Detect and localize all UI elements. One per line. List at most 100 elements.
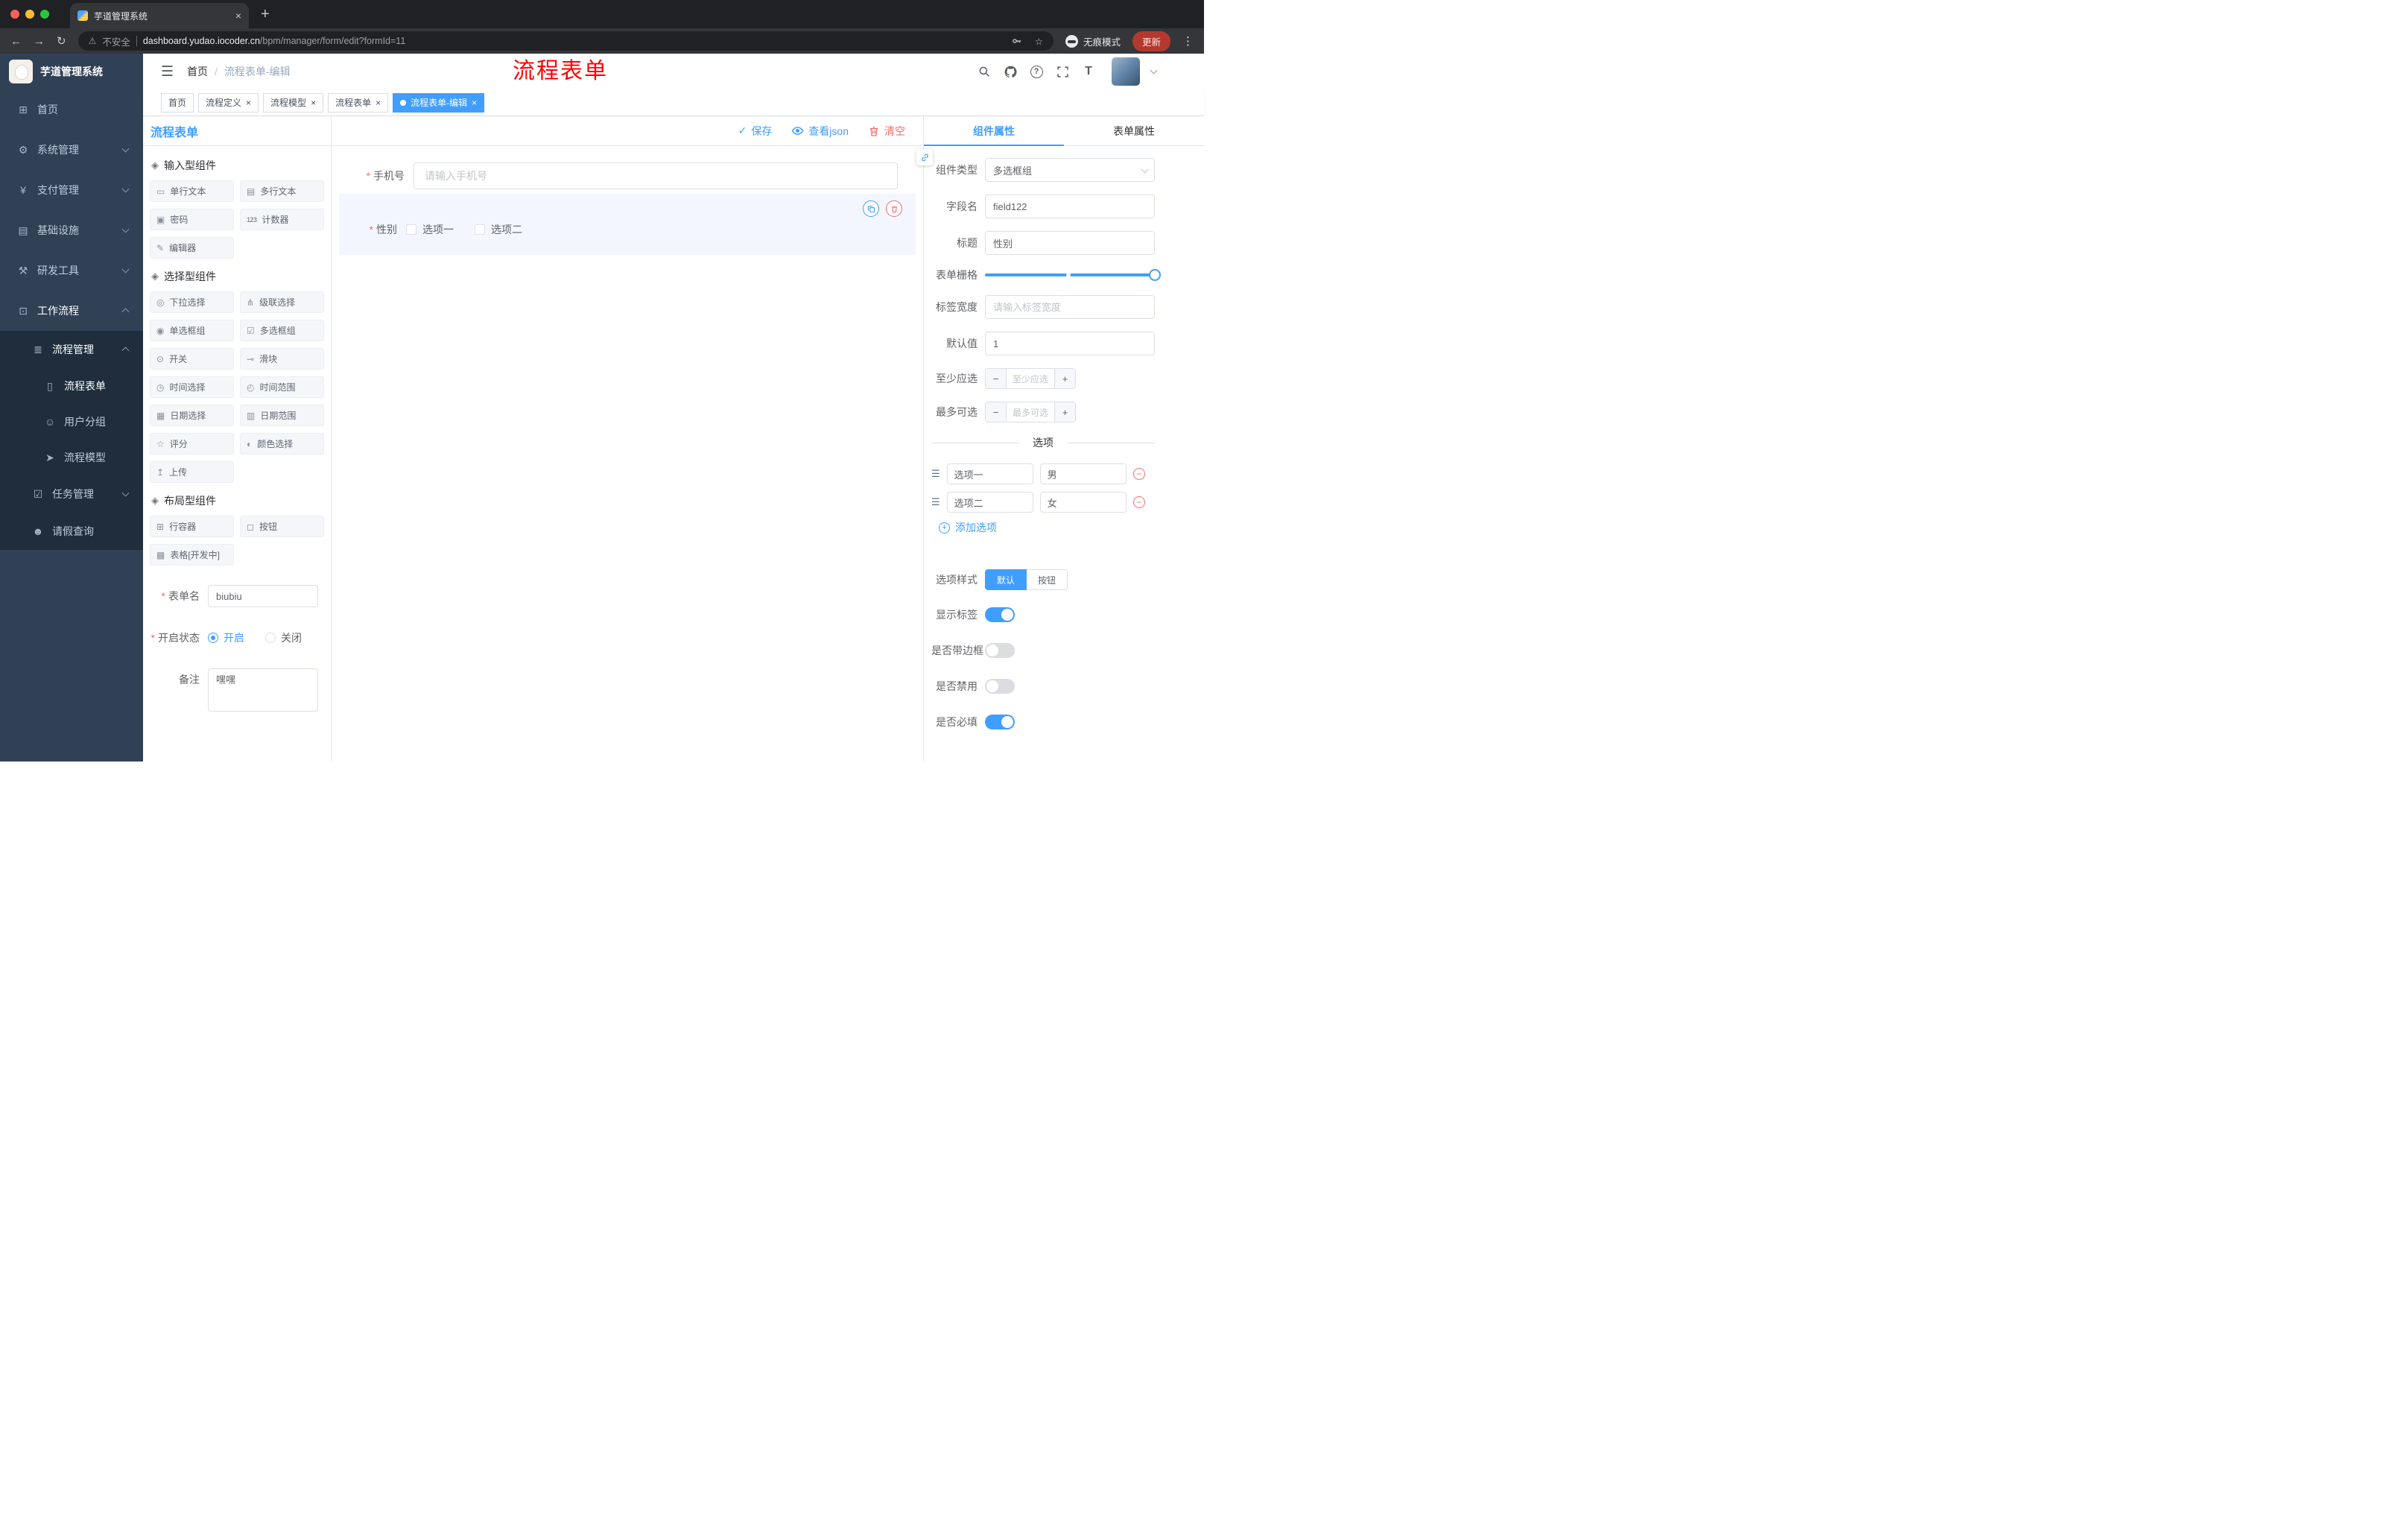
tab-form-props[interactable]: 表单属性: [1064, 116, 1204, 145]
checkbox-option[interactable]: 选项二: [475, 222, 522, 237]
component-type-select[interactable]: [985, 158, 1155, 182]
copy-component-button[interactable]: [863, 200, 879, 217]
palette-item[interactable]: ◴ 时间范围: [240, 376, 324, 398]
status-radio[interactable]: 关闭: [265, 630, 302, 645]
window-zoom-button[interactable]: [40, 10, 49, 19]
drag-handle-icon[interactable]: ☰: [931, 468, 940, 480]
browser-update-button[interactable]: 更新: [1132, 31, 1170, 51]
palette-item[interactable]: ✎ 编辑器: [150, 237, 234, 259]
tab-tag[interactable]: 流程定义 ×: [198, 92, 259, 113]
sidebar-item[interactable]: ☺ 用户分组: [0, 404, 143, 440]
clear-button[interactable]: 清空: [868, 124, 905, 139]
tab-tag[interactable]: 首页: [161, 92, 194, 113]
palette-item[interactable]: ▭ 单行文本: [150, 180, 234, 202]
window-minimize-button[interactable]: [25, 10, 34, 19]
browser-menu-icon[interactable]: ⋮: [1182, 34, 1194, 48]
sidebar-item[interactable]: ➤ 流程模型: [0, 440, 143, 475]
breadcrumb-home[interactable]: 首页: [187, 64, 208, 79]
tab-close-icon[interactable]: ×: [235, 10, 241, 22]
option-label-input[interactable]: [946, 463, 1033, 484]
tag-close-icon[interactable]: ×: [376, 98, 381, 107]
password-key-icon[interactable]: [1011, 35, 1023, 47]
help-icon[interactable]: ?: [1029, 64, 1044, 79]
font-size-icon[interactable]: T: [1081, 64, 1096, 79]
palette-item[interactable]: ◎ 下拉选择: [150, 291, 234, 313]
add-option-button[interactable]: + 添加选项: [939, 520, 1155, 535]
phone-field-input[interactable]: [414, 162, 898, 189]
form-canvas[interactable]: 手机号 性别 选项一 选项二: [332, 146, 923, 762]
drag-handle-icon[interactable]: ☰: [931, 496, 940, 508]
palette-item[interactable]: ⊙ 开关: [150, 348, 234, 370]
sidebar-logo[interactable]: 芋道管理系统: [0, 54, 143, 89]
title-input[interactable]: [985, 231, 1155, 255]
max-select-value[interactable]: 最多可选: [1007, 402, 1054, 422]
address-bar[interactable]: ⚠ 不安全 dashboard.yudao.iocoder.cn/bpm/man…: [77, 31, 1054, 51]
form-remark-input[interactable]: 嘿嘿: [208, 668, 318, 712]
option-label-input[interactable]: [946, 492, 1033, 513]
sidebar-item[interactable]: ≣ 流程管理: [0, 331, 143, 368]
palette-item[interactable]: ⊸ 滑块: [240, 348, 324, 370]
github-icon[interactable]: [1003, 64, 1018, 79]
sidebar-item[interactable]: ⊡ 工作流程: [0, 291, 143, 331]
palette-item[interactable]: ☆ 评分: [150, 433, 234, 455]
window-close-button[interactable]: [10, 10, 19, 19]
sidebar-item[interactable]: ☻ 请假查询: [0, 513, 143, 550]
stepper-plus-button[interactable]: +: [1054, 369, 1075, 388]
sidebar-item[interactable]: ⊞ 首页: [0, 89, 143, 130]
search-icon[interactable]: [977, 64, 992, 79]
palette-item[interactable]: ▣ 密码: [150, 209, 234, 230]
palette-item[interactable]: ↥ 上传: [150, 461, 234, 483]
canvas-field-gender-selected[interactable]: 性别 选项一 选项二: [339, 194, 916, 255]
tab-tag[interactable]: 流程表单 ×: [328, 92, 389, 113]
palette-item[interactable]: ◷ 时间选择: [150, 376, 234, 398]
slider-handle[interactable]: [1149, 269, 1161, 281]
back-icon[interactable]: ←: [10, 36, 22, 47]
forward-icon[interactable]: →: [34, 36, 45, 47]
stepper-minus-button[interactable]: −: [986, 402, 1007, 422]
grid-slider[interactable]: [985, 269, 1161, 281]
delete-component-button[interactable]: [886, 200, 902, 217]
tab-component-props[interactable]: 组件属性: [924, 116, 1064, 146]
palette-item[interactable]: ▩ 表格[开发中]: [150, 544, 234, 566]
link-icon[interactable]: [916, 149, 933, 165]
label-width-input[interactable]: [985, 295, 1155, 319]
reload-icon[interactable]: ↻: [57, 36, 66, 47]
option-style-button[interactable]: 默认: [985, 569, 1027, 590]
palette-item[interactable]: ⊞ 行容器: [150, 516, 234, 537]
palette-item[interactable]: ◻ 按钮: [240, 516, 324, 537]
sidebar-item[interactable]: ⚙ 系统管理: [0, 130, 143, 170]
palette-item[interactable]: ▤ 多行文本: [240, 180, 324, 202]
palette-item[interactable]: ▦ 日期选择: [150, 405, 234, 426]
tag-close-icon[interactable]: ×: [246, 98, 251, 107]
palette-item[interactable]: ◉ 单选框组: [150, 320, 234, 341]
browser-tab[interactable]: 芋道管理系统 ×: [70, 3, 249, 28]
toggle-switch[interactable]: [985, 643, 1015, 658]
toggle-switch[interactable]: [985, 607, 1015, 622]
palette-item[interactable]: 123 计数器: [240, 209, 324, 230]
palette-item[interactable]: ☑ 多选框组: [240, 320, 324, 341]
canvas-field-phone[interactable]: 手机号: [332, 162, 923, 189]
sidebar-item[interactable]: ⚒ 研发工具: [0, 250, 143, 291]
palette-item[interactable]: ⋔ 级联选择: [240, 291, 324, 313]
toggle-switch[interactable]: [985, 715, 1015, 729]
view-json-button[interactable]: 查看json: [791, 124, 849, 139]
palette-item[interactable]: ▥ 日期范围: [240, 405, 324, 426]
tab-tag[interactable]: 流程模型 ×: [263, 92, 324, 113]
option-style-button[interactable]: 按钮: [1027, 569, 1068, 590]
avatar[interactable]: [1112, 57, 1140, 86]
option-value-input[interactable]: [1039, 463, 1127, 484]
remove-option-button[interactable]: −: [1132, 468, 1145, 480]
tab-tag[interactable]: 流程表单-编辑 ×: [393, 92, 485, 113]
sidebar-item[interactable]: ☑ 任务管理: [0, 475, 143, 513]
field-name-input[interactable]: [985, 194, 1155, 218]
default-value-input[interactable]: [985, 332, 1155, 355]
save-button[interactable]: ✓ 保存: [738, 124, 773, 139]
new-tab-button[interactable]: +: [261, 6, 270, 23]
checkbox-option[interactable]: 选项一: [406, 222, 454, 237]
stepper-minus-button[interactable]: −: [986, 369, 1007, 388]
hamburger-icon[interactable]: ☰: [161, 63, 174, 80]
stepper-plus-button[interactable]: +: [1054, 402, 1075, 422]
min-select-value[interactable]: 至少应选: [1007, 369, 1054, 388]
option-value-input[interactable]: [1039, 492, 1127, 513]
status-radio[interactable]: 开启: [208, 630, 244, 645]
